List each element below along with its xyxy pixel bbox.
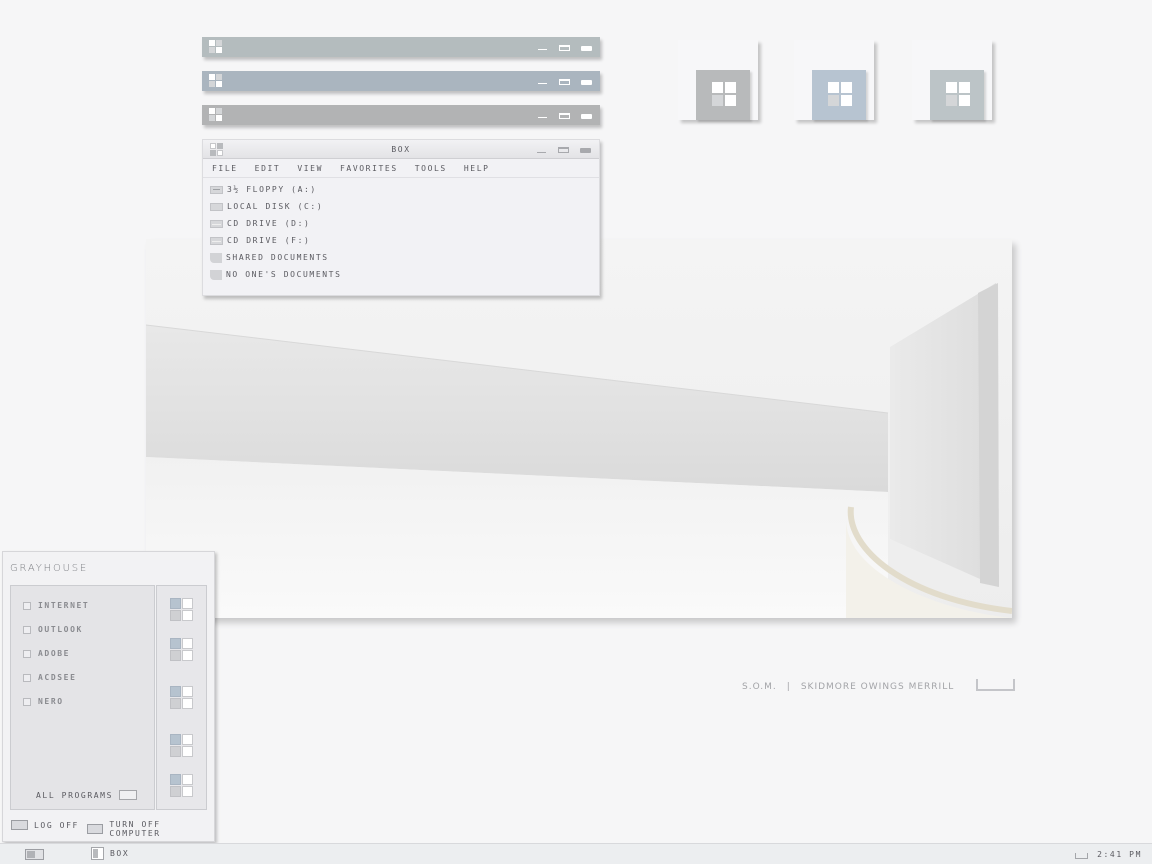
caption-abbrev: S.O.M. bbox=[742, 682, 777, 692]
tray-icon[interactable] bbox=[1075, 853, 1089, 859]
minimize-button[interactable] bbox=[537, 110, 548, 119]
maximize-button[interactable] bbox=[558, 147, 569, 153]
collapsed-window-1-titlebar[interactable] bbox=[202, 37, 600, 57]
program-item-nero[interactable]: NERO bbox=[23, 697, 64, 706]
caption-name: SKIDMORE OWINGS MERRILL bbox=[800, 682, 955, 692]
log-off-button[interactable]: LOG OFF bbox=[11, 820, 79, 830]
start-menu: GRAYHOUSE INTERNET OUTLOOK ADOBE ACDSEE … bbox=[2, 551, 215, 842]
log-off-label: LOG OFF bbox=[34, 820, 79, 830]
clock[interactable]: 2:41 PM bbox=[1097, 850, 1142, 859]
folder-icon bbox=[210, 269, 222, 280]
wallpaper-caption: S.O.M. | SKIDMORE OWINGS MERRILL bbox=[742, 682, 954, 692]
drive-item-floppy[interactable]: 3½ FLOPPY (A:) bbox=[203, 181, 599, 198]
drive-label: 3½ FLOPPY (A:) bbox=[227, 185, 317, 194]
pinned-folder-icon[interactable] bbox=[170, 774, 193, 797]
start-button[interactable] bbox=[25, 849, 44, 860]
windows-logo-icon bbox=[209, 108, 222, 121]
explorer-window-box[interactable]: BOX FILE EDIT VIEW FAVORITES TOOLS HELP … bbox=[202, 139, 600, 296]
minimize-button[interactable] bbox=[537, 42, 548, 51]
drive-item-local-disk[interactable]: LOCAL DISK (C:) bbox=[203, 198, 599, 215]
cd-drive-icon bbox=[210, 236, 223, 245]
folder-label: SHARED DOCUMENTS bbox=[226, 253, 329, 262]
drive-item-cd-d[interactable]: CD DRIVE (D:) bbox=[203, 215, 599, 232]
program-checkbox-icon bbox=[23, 673, 31, 682]
collapsed-window-2-titlebar[interactable] bbox=[202, 71, 600, 91]
power-icon bbox=[87, 824, 104, 834]
menu-favorites[interactable]: FAVORITES bbox=[340, 164, 398, 173]
taskbar-item-label: BOX bbox=[110, 849, 130, 858]
system-tray: 2:41 PM bbox=[1075, 849, 1142, 859]
program-label: ADOBE bbox=[38, 649, 71, 658]
menu-tools[interactable]: TOOLS bbox=[415, 164, 447, 173]
program-label: INTERNET bbox=[38, 601, 90, 610]
taskbar: BOX 2:41 PM bbox=[0, 843, 1152, 864]
menu-bar: FILE EDIT VIEW FAVORITES TOOLS HELP bbox=[203, 159, 599, 178]
pinned-folder-icon[interactable] bbox=[170, 686, 193, 709]
program-checkbox-icon bbox=[23, 625, 31, 634]
caption-separator: | bbox=[786, 682, 791, 692]
maximize-button[interactable] bbox=[559, 78, 570, 85]
folder-label: NO ONE'S DOCUMENTS bbox=[226, 270, 342, 279]
drive-label: LOCAL DISK (C:) bbox=[227, 202, 324, 211]
menu-help[interactable]: HELP bbox=[464, 164, 490, 173]
desktop-icon-2[interactable] bbox=[794, 40, 874, 120]
windows-logo-icon bbox=[209, 74, 222, 87]
hard-disk-icon bbox=[210, 202, 223, 211]
windows-logo-icon bbox=[209, 40, 222, 53]
pinned-folder-icon[interactable] bbox=[170, 638, 193, 661]
folder-item-no-ones-documents[interactable]: NO ONE'S DOCUMENTS bbox=[203, 266, 599, 283]
caption-frame-decoration bbox=[976, 679, 1015, 691]
collapsed-window-3-titlebar[interactable] bbox=[202, 105, 600, 125]
taskbar-item-box[interactable]: BOX bbox=[91, 847, 129, 860]
turn-off-label: TURN OFF COMPUTER bbox=[109, 820, 161, 838]
close-button[interactable] bbox=[581, 45, 592, 51]
windows-logo-icon bbox=[712, 82, 736, 106]
close-button[interactable] bbox=[581, 113, 592, 119]
pinned-icons-column bbox=[156, 585, 207, 810]
desktop-icon-1[interactable] bbox=[678, 40, 758, 120]
program-label: OUTLOOK bbox=[38, 625, 83, 634]
pinned-folder-icon[interactable] bbox=[170, 734, 193, 757]
turn-off-computer-button[interactable]: TURN OFF COMPUTER bbox=[87, 820, 214, 838]
program-item-internet[interactable]: INTERNET bbox=[23, 601, 89, 610]
program-checkbox-icon bbox=[23, 697, 31, 706]
program-list: INTERNET OUTLOOK ADOBE ACDSEE NERO ALL P… bbox=[10, 585, 155, 810]
drive-label: CD DRIVE (D:) bbox=[227, 219, 311, 228]
floppy-drive-icon bbox=[210, 185, 223, 194]
windows-logo-icon bbox=[946, 82, 970, 106]
drive-item-cd-f[interactable]: CD DRIVE (F:) bbox=[203, 232, 599, 249]
drive-label: CD DRIVE (F:) bbox=[227, 236, 311, 245]
program-checkbox-icon bbox=[23, 601, 31, 610]
log-off-icon bbox=[11, 820, 28, 830]
maximize-button[interactable] bbox=[559, 44, 570, 51]
menu-view[interactable]: VIEW bbox=[297, 164, 323, 173]
windows-logo-icon bbox=[828, 82, 852, 106]
menu-edit[interactable]: EDIT bbox=[255, 164, 281, 173]
arrow-right-icon bbox=[119, 790, 137, 800]
desktop-icon-3[interactable] bbox=[912, 40, 992, 120]
close-button[interactable] bbox=[580, 148, 591, 153]
program-item-outlook[interactable]: OUTLOOK bbox=[23, 625, 83, 634]
minimize-button[interactable] bbox=[537, 76, 548, 85]
maximize-button[interactable] bbox=[559, 112, 570, 119]
cd-drive-icon bbox=[210, 219, 223, 228]
program-item-adobe[interactable]: ADOBE bbox=[23, 649, 70, 658]
start-menu-brand: GRAYHOUSE bbox=[10, 563, 89, 574]
folder-item-shared-documents[interactable]: SHARED DOCUMENTS bbox=[203, 249, 599, 266]
all-programs-label: ALL PROGRAMS bbox=[36, 790, 113, 800]
close-button[interactable] bbox=[581, 79, 592, 85]
window-titlebar[interactable]: BOX bbox=[203, 140, 599, 159]
folder-icon bbox=[210, 252, 222, 263]
menu-file[interactable]: FILE bbox=[212, 164, 238, 173]
window-icon bbox=[91, 847, 104, 860]
program-label: NERO bbox=[38, 697, 64, 706]
minimize-button[interactable] bbox=[536, 145, 547, 154]
pinned-folder-icon[interactable] bbox=[170, 598, 193, 621]
program-label: ACDSEE bbox=[38, 673, 77, 682]
program-item-acdsee[interactable]: ACDSEE bbox=[23, 673, 77, 682]
program-checkbox-icon bbox=[23, 649, 31, 658]
all-programs-button[interactable]: ALL PROGRAMS bbox=[36, 790, 137, 800]
